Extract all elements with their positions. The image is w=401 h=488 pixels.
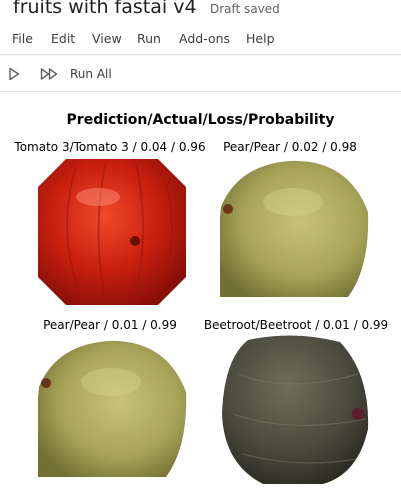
menu-file[interactable]: File — [12, 31, 33, 46]
panel-caption-4: Beetroot/Beetroot / 0.01 / 0.99 — [203, 318, 389, 332]
menu-bar: File Edit View Run Add-ons Help — [0, 28, 401, 48]
pear-image — [220, 160, 369, 297]
figure-title: Prediction/Actual/Loss/Probability — [66, 112, 335, 128]
menu-help[interactable]: Help — [246, 31, 275, 46]
tomato-image — [38, 159, 186, 305]
beetroot-image — [222, 335, 369, 484]
menu-add-ons[interactable]: Add-ons — [179, 31, 230, 46]
panel-caption-2: Pear/Pear / 0.02 / 0.98 — [223, 140, 357, 154]
title-bar: fruits with fastai v4 Draft saved — [0, 0, 401, 22]
notebook-title[interactable]: fruits with fastai v4 — [13, 0, 197, 18]
toolbar: Run All — [0, 62, 401, 86]
menu-divider — [0, 54, 401, 55]
save-status: Draft saved — [210, 2, 280, 16]
panel-caption-3: Pear/Pear / 0.01 / 0.99 — [43, 318, 177, 332]
cell-output: Prediction/Actual/Loss/Probability Tomat… — [0, 93, 401, 488]
fast-forward-icon[interactable] — [40, 66, 60, 85]
toolbar-divider — [0, 91, 401, 92]
panel-caption-1: Tomato 3/Tomato 3 / 0.04 / 0.96 — [14, 140, 206, 154]
run-all-button[interactable]: Run All — [70, 67, 112, 81]
menu-run[interactable]: Run — [137, 31, 161, 46]
play-icon[interactable] — [8, 66, 20, 85]
menu-view[interactable]: View — [92, 31, 122, 46]
menu-edit[interactable]: Edit — [51, 31, 75, 46]
pear-image — [38, 340, 187, 477]
